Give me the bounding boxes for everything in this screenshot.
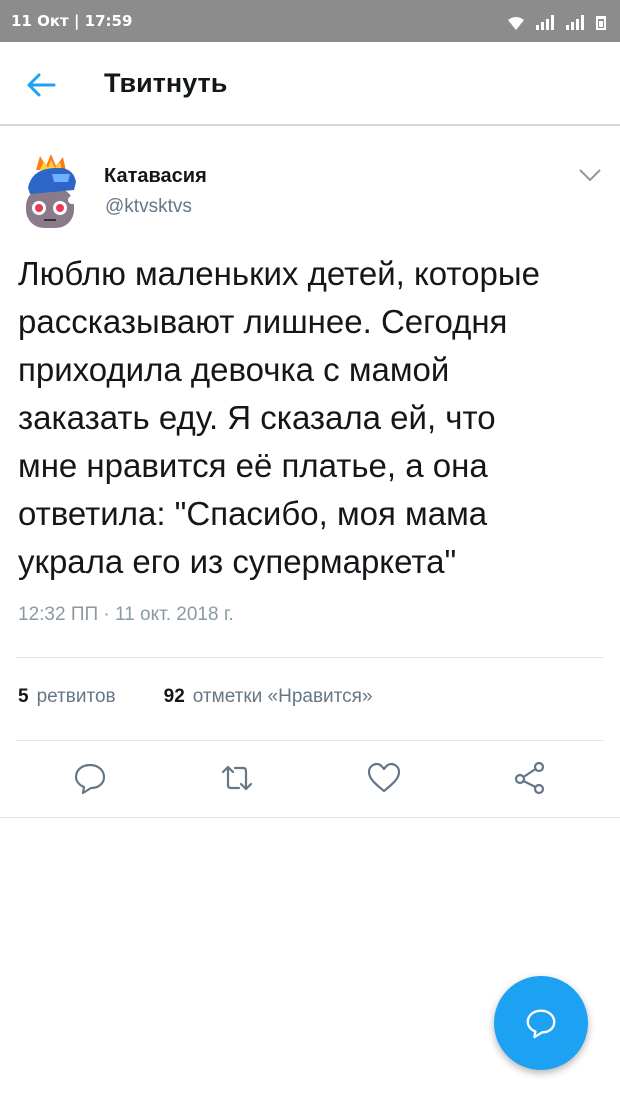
signal-icon	[536, 14, 554, 30]
share-icon	[514, 761, 545, 795]
signal-icon	[566, 14, 584, 30]
compose-icon	[526, 1009, 556, 1039]
divider	[0, 817, 620, 818]
divider	[16, 657, 604, 658]
reply-button[interactable]	[72, 760, 108, 796]
status-bar: 11 Окт | 17:59	[0, 0, 620, 42]
arrow-left-icon[interactable]	[26, 72, 56, 98]
wifi-icon	[508, 17, 524, 30]
retweet-button[interactable]	[219, 760, 255, 796]
retweets-stat[interactable]: 5 ретвитов	[18, 686, 116, 708]
status-date-time: 11 Окт | 17:59	[11, 12, 133, 30]
avatar[interactable]	[22, 152, 80, 232]
reply-icon	[74, 763, 106, 795]
retweets-count: 5	[18, 686, 29, 707]
divider	[16, 740, 604, 741]
author-handle[interactable]: @ktvsktvs	[105, 196, 192, 218]
like-icon	[367, 762, 401, 793]
status-icons	[508, 12, 606, 30]
chevron-down-icon[interactable]	[579, 168, 601, 182]
like-button[interactable]	[366, 760, 402, 796]
compose-button[interactable]	[494, 976, 588, 1070]
battery-icon	[596, 16, 606, 30]
author-name[interactable]: Катавасия	[104, 165, 207, 188]
likes-stat[interactable]: 92 отметки «Нравится»	[164, 686, 373, 708]
app-bar: Твитнуть	[0, 42, 620, 126]
retweets-label: ретвитов	[36, 686, 116, 707]
retweet-icon	[221, 765, 253, 791]
tweet-timestamp: 12:32 ПП · 11 окт. 2018 г.	[18, 604, 234, 625]
likes-label: отметки «Нравится»	[192, 686, 373, 707]
share-button[interactable]	[512, 760, 548, 796]
tweet-text: Люблю маленьких детей, которые рассказыв…	[18, 255, 540, 580]
tweet-stats: 5 ретвитов 92 отметки «Нравится»	[18, 686, 373, 708]
page-title: Твитнуть	[104, 68, 228, 98]
likes-count: 92	[163, 686, 185, 707]
tweet-actions	[0, 760, 620, 800]
